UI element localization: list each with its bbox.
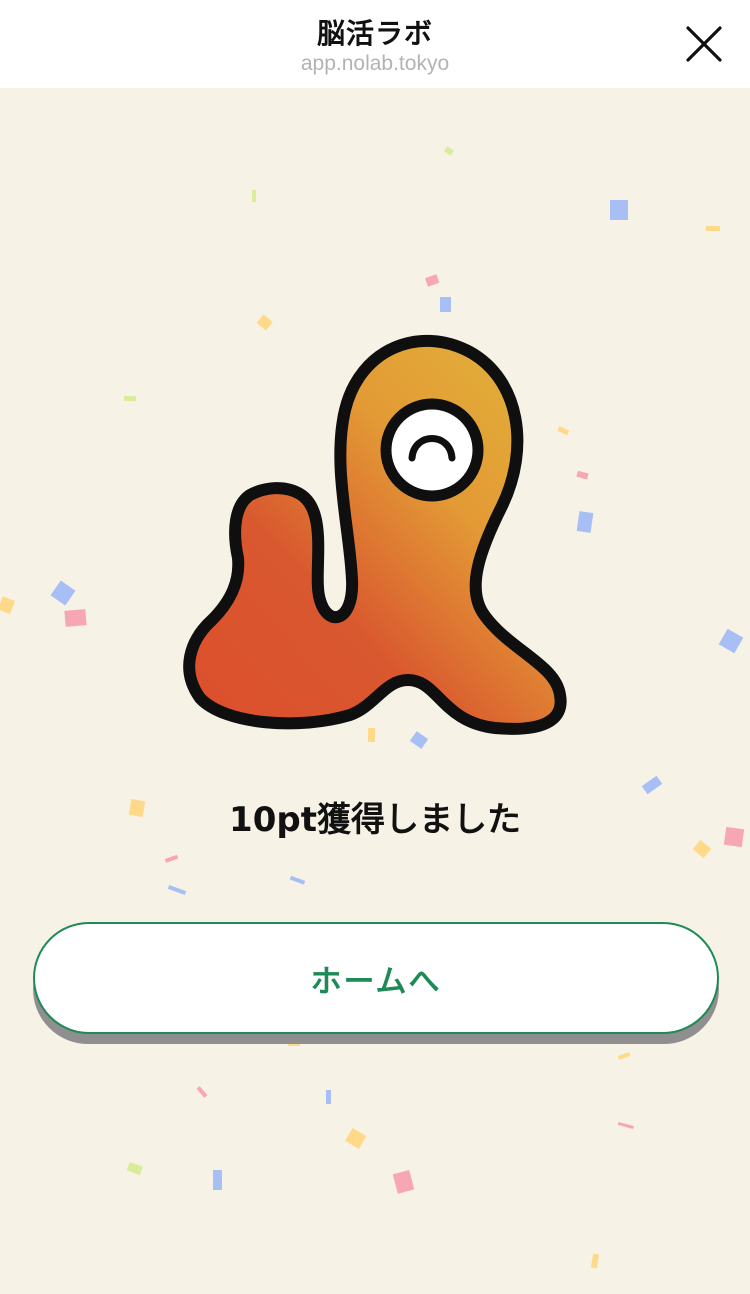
confetti-piece	[718, 628, 744, 654]
confetti-piece	[256, 314, 273, 331]
confetti-piece	[164, 854, 179, 863]
home-button[interactable]: ホームへ	[33, 922, 719, 1034]
confetti-piece	[692, 839, 712, 859]
app-header: 脳活ラボ app.nolab.tokyo	[0, 0, 750, 88]
close-button[interactable]	[684, 24, 724, 64]
confetti-piece	[196, 1086, 208, 1098]
confetti-piece	[617, 1052, 631, 1060]
confetti-piece	[167, 885, 187, 895]
mascot-body	[183, 334, 567, 735]
confetti-piece	[444, 146, 454, 156]
confetti-piece	[617, 1121, 634, 1130]
confetti-piece	[706, 226, 720, 231]
confetti-piece	[126, 1161, 143, 1176]
close-icon	[686, 26, 722, 62]
app-title: 脳活ラボ	[316, 17, 433, 50]
confetti-piece	[610, 200, 628, 220]
confetti-piece	[576, 470, 589, 480]
confetti-piece	[440, 297, 451, 312]
confetti-piece	[576, 511, 594, 533]
confetti-piece	[424, 274, 440, 287]
confetti-piece	[0, 596, 15, 614]
confetti-piece	[289, 875, 306, 885]
reward-screen: 脳活ラボ app.nolab.tokyo 10pt獲得しました ホームへ	[0, 0, 750, 1294]
confetti-piece	[326, 1090, 331, 1104]
confetti-piece	[345, 1127, 367, 1149]
mascot-eye	[380, 398, 484, 502]
confetti-piece	[124, 396, 136, 401]
confetti-piece	[252, 190, 256, 202]
app-url: app.nolab.tokyo	[300, 52, 450, 75]
points-earned-message: 10pt獲得しました	[229, 800, 521, 840]
confetti-piece	[50, 580, 76, 606]
confetti-piece	[213, 1170, 222, 1190]
confetti-piece	[392, 1170, 415, 1194]
confetti-piece	[590, 1253, 600, 1269]
mascot-character-icon	[183, 334, 567, 735]
confetti-piece	[64, 609, 87, 627]
